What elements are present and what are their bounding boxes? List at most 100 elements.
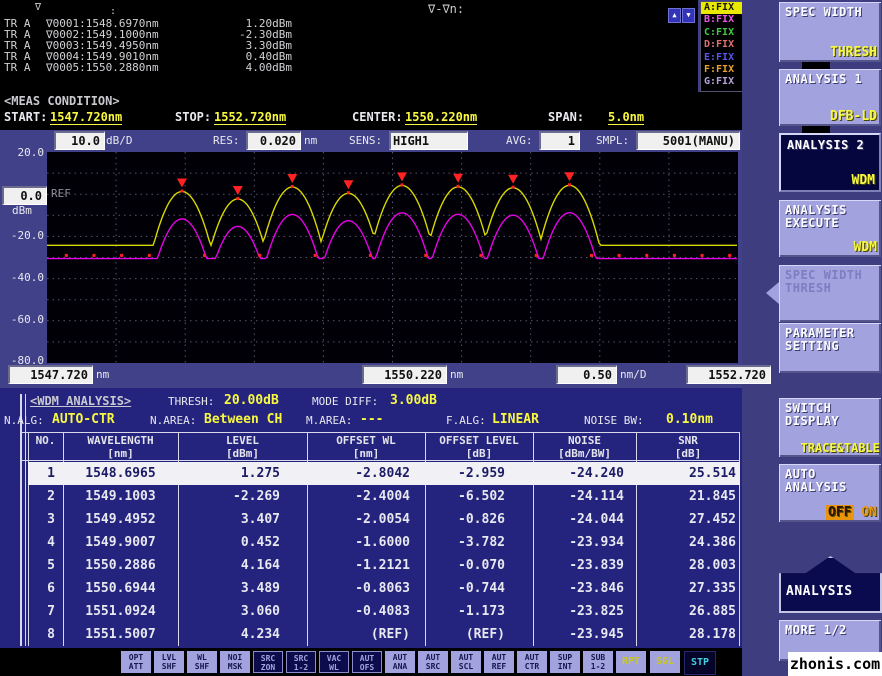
falg-value[interactable]: LINEAR [492, 412, 539, 427]
marker-list-panel: ∇ : ∇-∇n: ▲▼ TR A ∇0001:1548.6970nm 1.20… [0, 0, 698, 92]
softkey-parameter-setting[interactable]: PARAMETER SETTING [779, 323, 881, 373]
col-header-snr: SNR[dB] [636, 434, 740, 460]
x-stop-field[interactable]: 1552.720 [686, 365, 771, 384]
status-key[interactable]: NOI MSK [220, 651, 250, 673]
status-key[interactable]: AUT CTR [517, 651, 547, 673]
trace-name: D:FIX [704, 39, 734, 51]
cell-offset-level: (REF) [425, 627, 505, 642]
cell-noise: -23.846 [533, 581, 624, 596]
table-row[interactable]: 7 1551.0924 3.060 -0.4083 -1.173 -23.825… [28, 600, 740, 623]
noise-bw-value[interactable]: 0.10nm [666, 412, 713, 427]
ref-level-field[interactable]: 0.0 [2, 186, 47, 205]
table-row[interactable]: 8 1551.5007 4.234 (REF) (REF) -23.945 28… [28, 623, 740, 646]
softkey-analysis-1[interactable]: ANALYSIS 1 DFB-LD [779, 69, 881, 126]
softkey-auto-analysis[interactable]: AUTO ANALYSIS OFF ON [779, 464, 881, 522]
cell-offset-level: -0.070 [425, 558, 505, 573]
status-key-line2: MSK [220, 662, 250, 671]
cell-snr: 26.885 [636, 604, 736, 619]
softkey-analysis-execute[interactable]: ANALYSIS EXECUTE WDM [779, 200, 881, 257]
status-key[interactable]: AUT SCL [451, 651, 481, 673]
menu-tab-analysis[interactable]: ANALYSIS [779, 556, 882, 613]
table-row[interactable]: 4 1549.9007 0.452 -1.6000 -3.782 -23.934… [28, 531, 740, 554]
status-key[interactable]: AUT OFS [352, 651, 382, 673]
softkey-switch-display[interactable]: SWITCH DISPLAY TRACE&TABLE [779, 398, 881, 457]
span-value[interactable]: 5.0nm [608, 110, 644, 125]
table-row[interactable]: 3 1549.4952 3.407 -2.0054 -0.826 -24.044… [28, 508, 740, 531]
softkey-value: THRESH [830, 45, 877, 60]
nalg-value[interactable]: AUTO-CTR [52, 412, 115, 427]
status-key-line1: NOI [220, 653, 250, 662]
table-row[interactable]: 2 1549.1003 -2.269 -2.4004 -6.502 -24.11… [28, 485, 740, 508]
x-scale-field[interactable]: 0.50 [556, 365, 617, 384]
db-per-div-field[interactable]: 10.0 [54, 131, 105, 150]
spectrum-plot[interactable]: REF [47, 152, 738, 363]
status-key[interactable]: WL SHF [187, 651, 217, 673]
cell-snr: 28.003 [636, 558, 736, 573]
status-key[interactable]: AUT ANA [385, 651, 415, 673]
table-row[interactable]: 1 1548.6965 1.275 -2.8042 -2.959 -24.240… [28, 462, 740, 485]
table-top-border [20, 432, 740, 433]
trace-name: A:FIX [704, 2, 734, 14]
softkey-spec-width[interactable]: SPEC WIDTH THRESH [779, 2, 881, 62]
center-value[interactable]: 1550.220nm [405, 110, 477, 125]
auto-analysis-on[interactable]: ON [861, 505, 877, 520]
cell-offset-wl: -1.6000 [307, 535, 410, 550]
mode-diff-value[interactable]: 3.00dB [390, 393, 437, 408]
thresh-value[interactable]: 20.00dB [224, 393, 279, 408]
status-key[interactable]: AUT SRC [418, 651, 448, 673]
status-key-line2: WL [320, 663, 348, 672]
table-row[interactable]: 6 1550.6944 3.489 -0.8063 -0.744 -23.846… [28, 577, 740, 600]
stop-value[interactable]: 1552.720nm [214, 110, 286, 125]
x-start-unit: nm [96, 368, 109, 381]
smpl-field[interactable]: 5001(MANU) [636, 131, 740, 150]
db-per-div-label: dB/D [106, 134, 133, 147]
status-key[interactable]: VAC WL [319, 651, 349, 673]
status-key[interactable]: SUP INT [550, 651, 580, 673]
repeat-sweep-button[interactable]: RPT [616, 651, 646, 673]
x-start-field[interactable]: 1547.720 [8, 365, 93, 384]
trace-name: F:FIX [704, 64, 734, 76]
bottom-status-bar: OPT ATT LVL SHF WL SHF NOI MSK [0, 648, 788, 676]
status-key[interactable]: SUB 1-2 [583, 651, 613, 673]
y-label-20: 20.0 [2, 146, 44, 159]
avg-field[interactable]: 1 [539, 131, 580, 150]
status-key[interactable]: LVL SHF [154, 651, 184, 673]
softkey-label: ANALYSIS 1 [785, 73, 881, 86]
status-key-line1: SUP [550, 653, 580, 662]
y-label-m60: -60.0 [2, 313, 44, 326]
cell-noise: -23.945 [533, 627, 624, 642]
cell-no: 6 [28, 581, 55, 596]
status-key[interactable]: SRC 1-2 [286, 651, 316, 673]
softkey-analysis-2-selected[interactable]: ANALYSIS 2 WDM [779, 133, 881, 192]
single-sweep-button[interactable]: SGL [650, 651, 680, 673]
stop-sweep-button[interactable]: STP [684, 651, 716, 675]
table-row[interactable]: 5 1550.2886 4.164 -1.2121 -0.070 -23.839… [28, 554, 740, 577]
res-field[interactable]: 0.020 [246, 131, 301, 150]
cell-level: 3.489 [180, 581, 280, 596]
falg-label: F.ALG: [446, 414, 486, 427]
cell-wavelength: 1549.4952 [63, 512, 178, 527]
narea-value[interactable]: Between CH [204, 412, 282, 427]
cell-no: 1 [28, 466, 55, 481]
start-value[interactable]: 1547.720nm [50, 110, 122, 125]
trace-name: B:FIX [704, 14, 734, 26]
softkey-label-2: EXECUTE [785, 217, 881, 230]
osa-screen: ∇ : ∇-∇n: ▲▼ TR A ∇0001:1548.6970nm 1.20… [0, 0, 882, 676]
status-key[interactable]: OPT ATT [121, 651, 151, 673]
sens-field[interactable]: HIGH1 [389, 131, 468, 150]
y-label-m40: -40.0 [2, 271, 44, 284]
auto-analysis-off[interactable]: OFF [826, 505, 853, 520]
y-axis-unit: dBm [12, 204, 32, 217]
col-header-offset-wl: OFFSET WL[nm] [307, 434, 425, 460]
status-key[interactable]: AUT REF [484, 651, 514, 673]
cell-snr: 28.178 [636, 627, 736, 642]
mode-diff-label: MODE DIFF: [312, 395, 378, 408]
table-header-border [20, 460, 740, 461]
softkey-label: SPEC WIDTH [785, 6, 881, 19]
status-key[interactable]: SRC ZON [253, 651, 283, 673]
status-key-line1: AUT [418, 653, 448, 662]
x-center-field[interactable]: 1550.220 [362, 365, 447, 384]
marea-value[interactable]: --- [360, 412, 383, 427]
softkey-spec-width-thresh-ghost[interactable]: SPEC WIDTH THRESH [779, 265, 881, 322]
ref-line-label: REF [51, 187, 71, 200]
